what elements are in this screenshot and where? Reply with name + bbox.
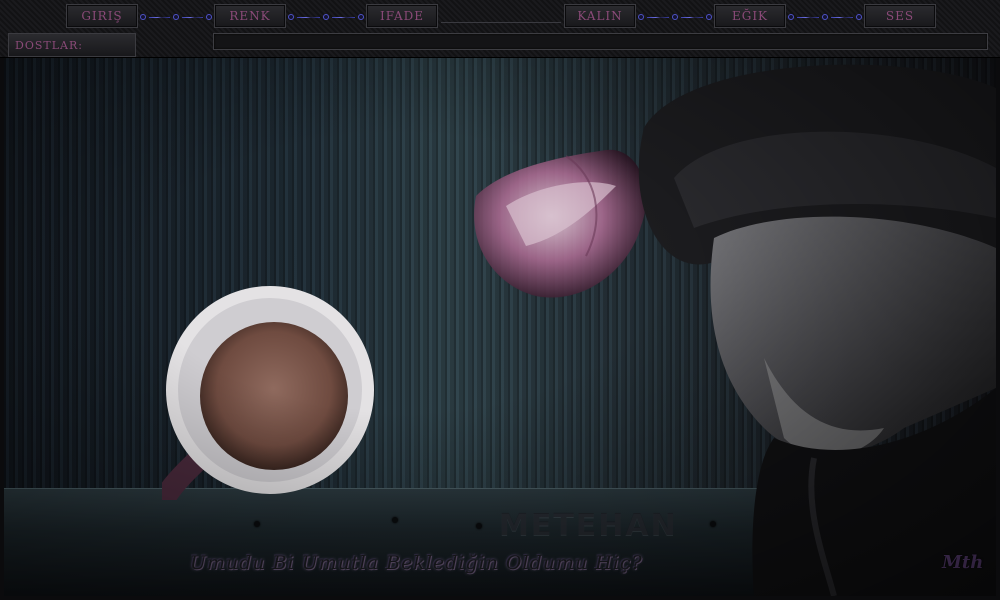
background-image: METEHAN Umudu Bi Umutla Beklediğin Oldum…	[4, 58, 996, 596]
ses-button[interactable]: SES	[864, 4, 936, 28]
renk-button[interactable]: RENK	[214, 4, 286, 28]
chain-link-icon	[788, 13, 862, 21]
divider	[441, 22, 561, 23]
dostlar-label: DOSTLAR:	[8, 33, 136, 57]
top-toolbar: GIRIŞ RENK IFADE KALIN EĞIK SES DOSTLAR:	[0, 0, 1000, 58]
quote-text: Umudu Bi Umutla Beklediğin Oldumu Hiç?	[190, 552, 643, 574]
dostlar-field[interactable]	[213, 33, 988, 50]
watermark-text: METEHAN	[499, 508, 678, 543]
chain-link-icon	[140, 13, 212, 21]
coffee-cup-image	[162, 286, 374, 500]
chain-link-icon	[288, 13, 364, 21]
kalin-button[interactable]: KALIN	[564, 4, 636, 28]
egik-button[interactable]: EĞIK	[714, 4, 786, 28]
chain-link-icon	[638, 13, 712, 21]
ifade-button[interactable]: IFADE	[366, 4, 438, 28]
giris-button[interactable]: GIRIŞ	[66, 4, 138, 28]
signature-logo: Mth	[942, 552, 984, 573]
